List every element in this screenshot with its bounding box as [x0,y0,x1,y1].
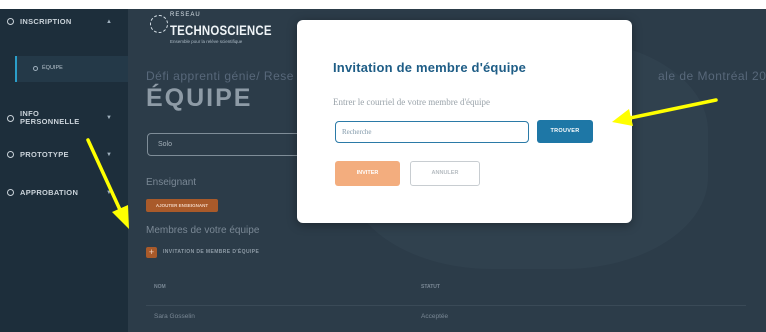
circle-icon [7,115,14,122]
sidebar: INSCRIPTION ▲ ÉQUIPE INFO PERSONNELLE ▼ … [0,9,128,332]
sidebar-item-info-personnelle[interactable]: INFO PERSONNELLE ▼ [0,110,128,130]
invite-member-modal: Invitation de membre d'équipe Entrer le … [297,20,632,223]
breadcrumb: Défi apprenti génie/ Rese [146,69,294,83]
circle-icon [7,151,14,158]
team-members-label: Membres de votre équipe [146,225,260,236]
circle-icon [7,18,14,25]
logo: RESEAU TECHNOSCIENCE Ensemble pour la re… [148,11,271,55]
sidebar-item-label: INSCRIPTION [20,17,72,26]
sidebar-item-label: ÉQUIPE [42,65,63,71]
column-header-name: NOM [154,284,166,290]
cancel-button[interactable]: ANNULER [410,161,480,186]
table-header: NOM STATUT [146,279,746,297]
sidebar-item-prototype[interactable]: PROTOTYPE ▼ [0,150,128,164]
logo-line1: RESEAU [170,12,201,18]
circle-icon [7,189,14,196]
chevron-down-icon: ▼ [106,190,113,196]
chevron-down-icon: ▼ [106,115,113,121]
teacher-label: Enseignant [146,177,197,188]
chevron-up-icon: ▲ [106,19,113,25]
breadcrumb-tail: ale de Montréal 2016 [658,69,766,83]
sidebar-item-inscription[interactable]: INSCRIPTION ▲ [0,17,128,31]
logo-mark-icon [150,15,168,33]
member-name: Sara Gosselin [154,313,195,320]
sidebar-item-label: APPROBATION [20,188,79,197]
find-button[interactable]: TROUVER [537,120,593,143]
logo-tagline: Ensemble pour la relève scientifique [170,39,243,44]
add-teacher-button[interactable]: AJOUTER ENSEIGNANT [146,199,218,212]
team-type-value: Solo [158,141,173,148]
column-header-status: STATUT [421,284,440,290]
sidebar-item-label: PROTOTYPE [20,150,69,159]
sidebar-item-label-line2: PERSONNELLE [20,117,80,126]
sidebar-item-approbation[interactable]: APPROBATION ▼ [0,188,128,202]
email-search-input[interactable] [335,121,529,143]
app-window: INSCRIPTION ▲ ÉQUIPE INFO PERSONNELLE ▼ … [0,9,766,332]
page-title: ÉQUIPE [146,84,253,112]
team-type-select[interactable]: Solo [147,133,307,156]
member-status: Acceptée [421,313,449,320]
modal-title: Invitation de membre d'équipe [333,60,527,75]
invite-button[interactable]: INVITER [335,161,400,186]
sidebar-item-equipe[interactable]: ÉQUIPE [15,56,128,82]
circle-icon [33,66,38,71]
chevron-down-icon: ▼ [106,152,113,158]
invite-member-link[interactable]: INVITATION DE MEMBRE D'ÉQUIPE [163,249,259,255]
table-row: Sara Gosselin Acceptée [146,305,746,323]
modal-description: Entrer le courriel de votre membre d'équ… [333,97,491,107]
plus-icon[interactable]: + [146,247,157,258]
logo-line2: TECHNOSCIENCE [170,22,272,38]
